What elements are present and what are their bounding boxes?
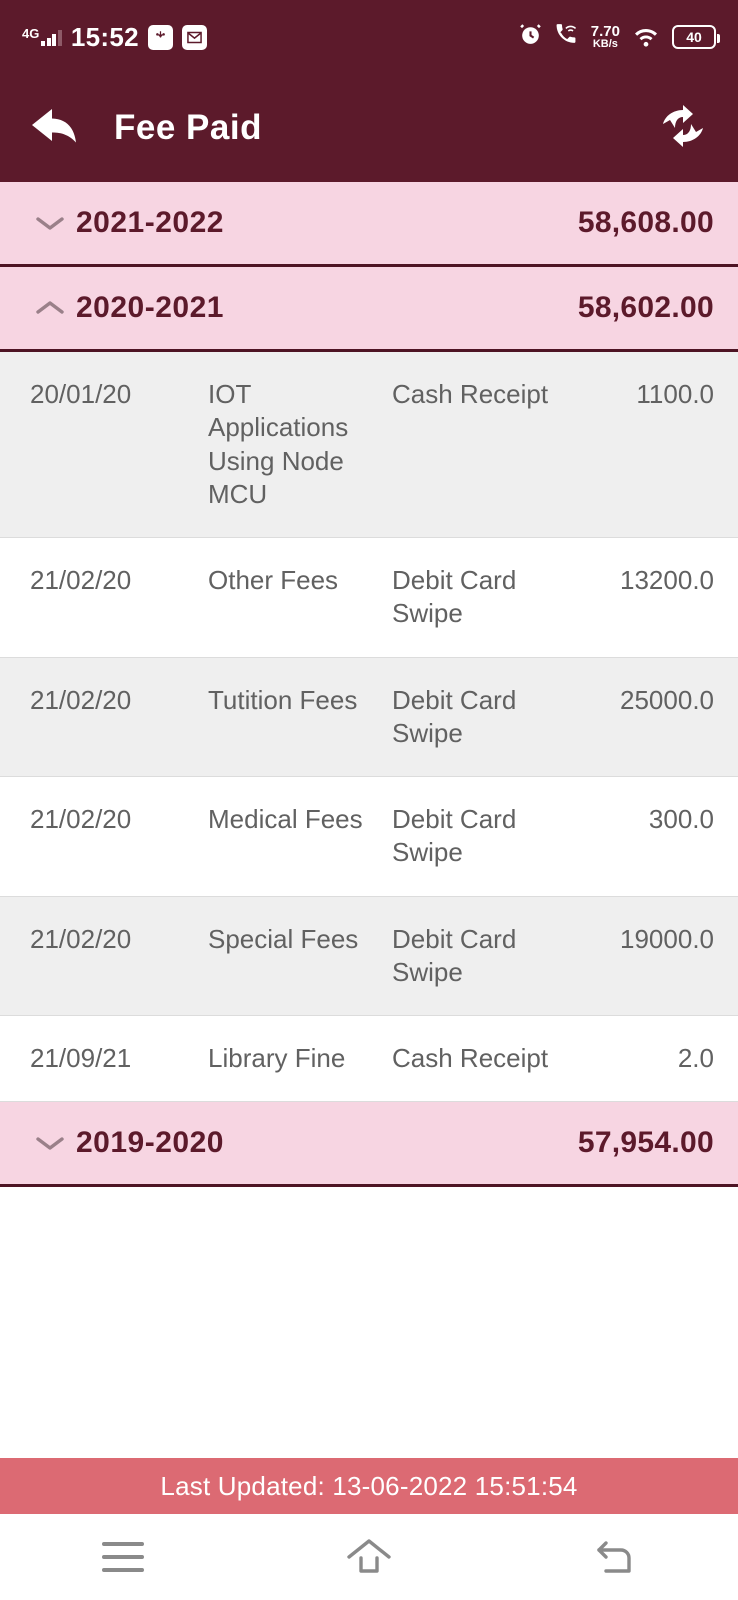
wifi-icon [631,23,661,52]
transaction-head: IOT Applications Using Node MCU [208,379,349,509]
chevron-up-icon[interactable] [24,298,76,318]
table-row[interactable]: 20/01/20 IOT Applications Using Node MCU… [0,352,738,539]
transaction-list: 20/01/20 IOT Applications Using Node MCU… [0,352,738,1103]
data-rate-indicator: 7.70 KB/s [590,22,620,51]
transaction-amount: 25000.0 [620,684,714,715]
vowifi-call-icon [554,22,580,52]
transaction-amount: 1100.0 [636,379,714,409]
back-icon[interactable] [555,1537,675,1577]
mail-icon [181,24,207,50]
year-amount: 57,954.00 [577,1126,714,1160]
year-amount: 58,602.00 [577,291,714,324]
status-bar: 4G 15:52 7.70 KB/s 40 [0,0,738,74]
data-rate-value: 7.70 [590,22,620,40]
home-icon[interactable] [309,1537,429,1577]
transaction-head: Library Fine [208,1043,346,1074]
year-label: 2019-2020 [76,1126,224,1160]
system-navigation-bar [0,1514,738,1600]
transaction-head: Other Fees [208,565,339,596]
table-row[interactable]: 21/09/21 Library Fine Cash Receipt 2.0 [0,1016,738,1103]
sync-icon[interactable] [658,102,708,155]
transaction-mode: Debit Card Swipe [392,923,517,987]
app-screen: 4G 15:52 7.70 KB/s 40 Fee Paid 2021-2022… [0,0,738,1600]
app-bar: Fee Paid [0,74,738,182]
empty-space [0,1187,738,1458]
status-bar-left: 4G 15:52 [22,22,207,53]
year-amount: 58,608.00 [577,206,714,239]
transaction-date: 21/02/20 [30,565,132,596]
transaction-date: 21/02/20 [30,804,132,835]
transaction-mode: Debit Card Swipe [392,565,517,629]
transaction-amount: 19000.0 [620,923,714,954]
cellular-signal-icon: 4G [22,25,62,46]
last-updated-bar: Last Updated: 13-06-2022 15:51:54 [0,1458,738,1514]
transaction-mode: Cash Receipt [392,379,549,409]
network-type-label: 4G [22,25,40,41]
status-bar-clock: 15:52 [70,21,139,52]
year-group-header-2020-2021[interactable]: 2020-2021 58,602.00 [0,267,738,352]
table-row[interactable]: 21/02/20 Special Fees Debit Card Swipe 1… [0,896,738,1017]
battery-indicator: 40 [672,25,720,49]
transaction-head: Special Fees [208,923,359,954]
chevron-down-icon[interactable] [24,213,76,233]
table-row[interactable]: 21/02/20 Tutition Fees Debit Card Swipe … [0,657,738,778]
back-arrow-icon[interactable] [30,103,82,154]
transaction-mode: Debit Card Swipe [392,684,517,748]
battery-level-label: 40 [686,29,702,45]
transaction-amount: 300.0 [648,804,714,835]
transaction-date: 21/02/20 [30,923,132,954]
last-updated-label: Last Updated: 13-06-2022 15:51:54 [160,1470,578,1501]
transaction-date: 20/01/20 [30,379,132,409]
data-rate-unit: KB/s [592,38,618,51]
status-bar-right: 7.70 KB/s 40 [518,22,720,52]
table-row[interactable]: 21/02/20 Other Fees Debit Card Swipe 132… [0,538,738,658]
transaction-date: 21/02/20 [30,684,132,715]
usb-debug-icon [147,24,173,50]
year-label: 2020-2021 [76,291,224,324]
menu-icon[interactable] [63,1542,183,1572]
year-group-header-2021-2022[interactable]: 2021-2022 58,608.00 [0,182,738,267]
alarm-clock-icon [518,22,543,52]
year-label: 2021-2022 [76,206,224,239]
transaction-mode: Debit Card Swipe [392,804,517,868]
transaction-date: 21/09/21 [30,1043,132,1074]
chevron-down-icon[interactable] [24,1133,76,1153]
hamburger-lines [102,1542,144,1572]
signal-bars-icon [41,29,62,46]
page-title: Fee Paid [114,108,262,147]
transaction-head: Tutition Fees [208,684,358,715]
transaction-amount: 2.0 [677,1043,714,1074]
transaction-mode: Cash Receipt [392,1043,549,1074]
transaction-amount: 13200.0 [620,565,714,596]
transaction-head: Medical Fees [208,804,363,835]
table-row[interactable]: 21/02/20 Medical Fees Debit Card Swipe 3… [0,777,738,897]
year-group-header-2019-2020[interactable]: 2019-2020 57,954.00 [0,1102,738,1188]
